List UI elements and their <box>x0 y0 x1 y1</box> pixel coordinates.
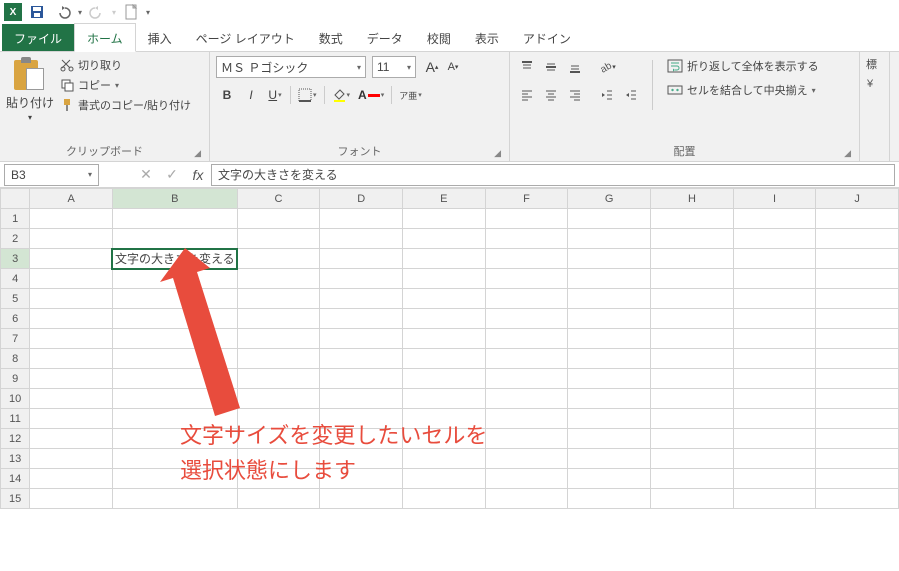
align-center-button[interactable] <box>540 84 562 106</box>
tab-addin[interactable]: アドイン <box>511 24 583 51</box>
scissors-icon <box>60 58 74 72</box>
underline-button[interactable]: U▾ <box>264 84 286 106</box>
formula-bar: B3▾ ✕ ✓ fx 文字の大きさを変える <box>0 162 899 188</box>
merge-center-button[interactable]: セルを結合して中央揃え ▾ <box>663 80 823 100</box>
brush-icon <box>60 98 74 112</box>
row-header-6[interactable]: 6 <box>1 309 30 329</box>
tab-page-layout[interactable]: ページ レイアウト <box>184 24 307 51</box>
row-header-4[interactable]: 4 <box>1 269 30 289</box>
row-header-2[interactable]: 2 <box>1 229 30 249</box>
group-label-alignment: 配置 ◢ <box>516 141 853 161</box>
fill-color-button[interactable]: ▾ <box>329 84 354 106</box>
quick-access-toolbar: X ▾ ▾ ▾ <box>0 0 899 24</box>
row-header-13[interactable]: 13 <box>1 449 30 469</box>
align-bottom-button[interactable] <box>564 56 586 78</box>
copy-icon <box>60 78 74 92</box>
merge-icon <box>667 82 683 98</box>
col-header-F[interactable]: F <box>485 189 568 209</box>
tab-view[interactable]: 表示 <box>463 24 511 51</box>
number-format-label: 標 <box>866 56 877 72</box>
col-header-G[interactable]: G <box>568 189 651 209</box>
ruby-button[interactable]: ア亜▾ <box>396 84 425 106</box>
tab-file[interactable]: ファイル <box>2 24 74 51</box>
col-header-H[interactable]: H <box>651 189 734 209</box>
bucket-icon <box>332 88 346 102</box>
ribbon-tabs: ファイル ホーム 挿入 ページ レイアウト 数式 データ 校閲 表示 アドイン <box>0 24 899 52</box>
col-header-B[interactable]: B <box>112 189 237 209</box>
row-header-3[interactable]: 3 <box>1 249 30 269</box>
increase-font-size-button[interactable]: A▴ <box>422 56 442 78</box>
fx-button[interactable]: fx <box>185 164 211 186</box>
redo-button[interactable] <box>86 1 108 23</box>
align-left-button[interactable] <box>516 84 538 106</box>
spreadsheet-grid[interactable]: ABCDEFGHIJ123文字の大きさを変える45678910111213141… <box>0 188 899 509</box>
decrease-indent-button[interactable] <box>596 84 618 106</box>
orientation-button[interactable]: ab▾ <box>596 56 618 78</box>
group-label-font: フォント ◢ <box>216 141 503 161</box>
row-header-14[interactable]: 14 <box>1 469 30 489</box>
paste-label: 貼り付け <box>6 94 54 111</box>
group-label-clipboard: クリップボード ◢ <box>6 141 203 161</box>
tab-home[interactable]: ホーム <box>74 23 136 52</box>
tab-formulas[interactable]: 数式 <box>307 24 355 51</box>
tab-data[interactable]: データ <box>355 24 415 51</box>
increase-indent-button[interactable] <box>620 84 642 106</box>
excel-app-icon: X <box>4 3 22 21</box>
row-header-11[interactable]: 11 <box>1 409 30 429</box>
wrap-text-button[interactable]: 折り返して全体を表示する <box>663 56 823 76</box>
alignment-launcher[interactable]: ◢ <box>844 148 851 159</box>
border-icon <box>298 88 312 102</box>
font-launcher[interactable]: ◢ <box>494 148 501 159</box>
row-header-8[interactable]: 8 <box>1 349 30 369</box>
col-header-I[interactable]: I <box>733 189 816 209</box>
currency-icon: ¥ <box>866 76 882 90</box>
select-all-corner[interactable] <box>1 189 30 209</box>
ribbon: 貼り付け ▾ 切り取り コピー ▾ 書式のコピー/貼り付け <box>0 52 899 162</box>
wrap-icon <box>667 58 683 74</box>
cancel-formula-button[interactable]: ✕ <box>133 164 159 186</box>
confirm-formula-button[interactable]: ✓ <box>159 164 185 186</box>
tab-review[interactable]: 校閲 <box>415 24 463 51</box>
new-doc-button[interactable] <box>120 1 142 23</box>
font-size-combo[interactable]: 11▾ <box>372 56 416 78</box>
cut-button[interactable]: 切り取り <box>58 56 193 74</box>
tab-insert[interactable]: 挿入 <box>136 24 184 51</box>
decrease-font-size-button[interactable]: A▾ <box>443 56 463 78</box>
save-button[interactable] <box>26 1 48 23</box>
font-color-button[interactable]: A ▾ <box>355 84 387 106</box>
svg-text:ab: ab <box>599 60 612 74</box>
row-header-1[interactable]: 1 <box>1 209 30 229</box>
copy-button[interactable]: コピー ▾ <box>58 76 193 94</box>
format-painter-button[interactable]: 書式のコピー/貼り付け <box>58 96 193 114</box>
paste-button[interactable]: 貼り付け ▾ <box>6 56 54 122</box>
col-header-D[interactable]: D <box>320 189 403 209</box>
align-middle-button[interactable] <box>540 56 562 78</box>
row-header-10[interactable]: 10 <box>1 389 30 409</box>
col-header-C[interactable]: C <box>237 189 320 209</box>
col-header-J[interactable]: J <box>816 189 899 209</box>
cell-B3[interactable]: 文字の大きさを変える <box>112 249 237 269</box>
row-header-7[interactable]: 7 <box>1 329 30 349</box>
align-right-button[interactable] <box>564 84 586 106</box>
align-top-button[interactable] <box>516 56 538 78</box>
name-box[interactable]: B3▾ <box>4 164 99 186</box>
row-header-9[interactable]: 9 <box>1 369 30 389</box>
row-header-15[interactable]: 15 <box>1 489 30 509</box>
italic-button[interactable]: I <box>240 84 262 106</box>
row-header-5[interactable]: 5 <box>1 289 30 309</box>
font-name-combo[interactable]: ＭＳ Ｐゴシック▾ <box>216 56 366 78</box>
borders-button[interactable]: ▾ <box>295 84 320 106</box>
col-header-A[interactable]: A <box>30 189 113 209</box>
clipboard-launcher[interactable]: ◢ <box>194 148 201 159</box>
bold-button[interactable]: B <box>216 84 238 106</box>
undo-button[interactable] <box>52 1 74 23</box>
col-header-E[interactable]: E <box>403 189 486 209</box>
paste-icon <box>14 56 46 92</box>
row-header-12[interactable]: 12 <box>1 429 30 449</box>
formula-input[interactable]: 文字の大きさを変える <box>211 164 895 186</box>
svg-text:¥: ¥ <box>866 78 874 90</box>
